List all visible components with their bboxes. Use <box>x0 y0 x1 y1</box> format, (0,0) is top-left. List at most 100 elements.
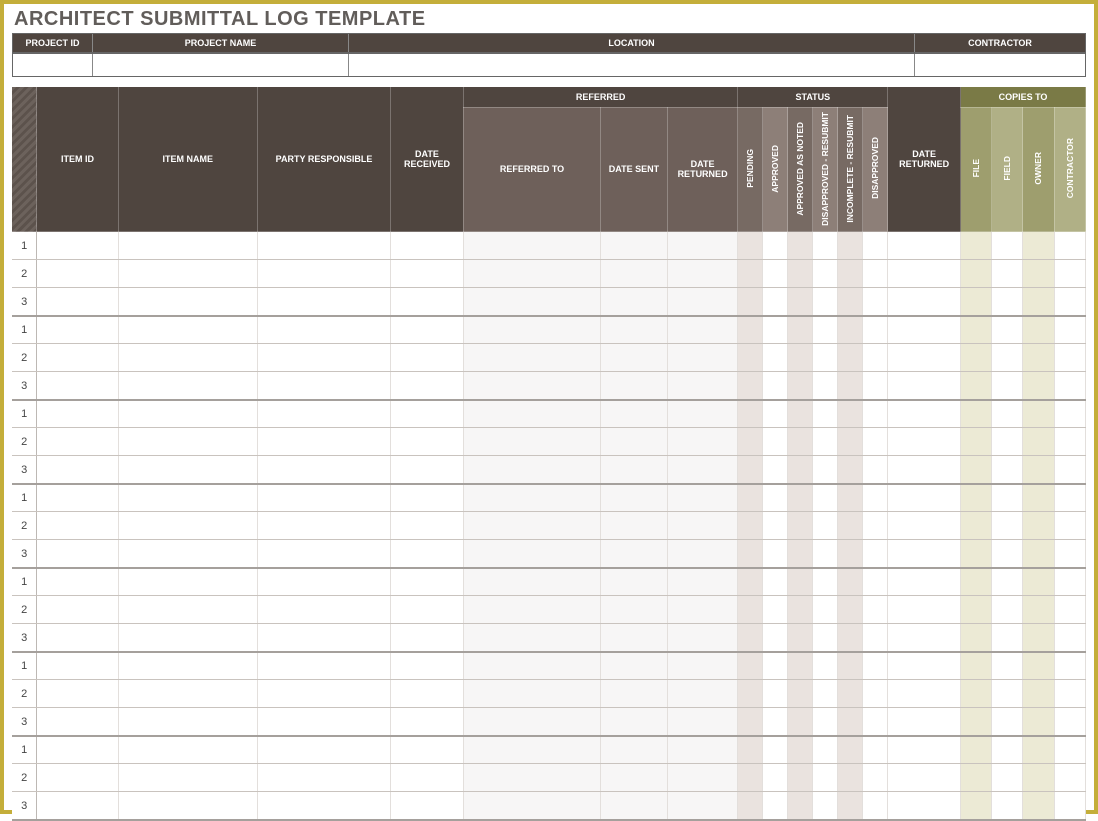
cell-party-responsible[interactable] <box>257 372 390 400</box>
cell-status-incomplete-resubmit[interactable] <box>838 428 863 456</box>
cell-date-returned-ref[interactable] <box>667 232 738 260</box>
cell-status-disapproved-resubmit[interactable] <box>813 624 838 652</box>
cell-status-pending[interactable] <box>738 764 763 792</box>
cell-status-approved[interactable] <box>763 372 788 400</box>
cell-status-approved[interactable] <box>763 764 788 792</box>
cell-date-returned-ref[interactable] <box>667 316 738 344</box>
cell-copies-field[interactable] <box>992 540 1023 568</box>
cell-referred-to[interactable] <box>463 456 600 484</box>
cell-status-disapproved[interactable] <box>863 484 888 512</box>
cell-item-name[interactable] <box>118 344 257 372</box>
cell-status-incomplete-resubmit[interactable] <box>838 736 863 764</box>
cell-copies-contractor[interactable] <box>1054 456 1085 484</box>
cell-copies-field[interactable] <box>992 344 1023 372</box>
cell-date-sent[interactable] <box>601 792 668 820</box>
cell-date-returned-ref[interactable] <box>667 484 738 512</box>
cell-item-name[interactable] <box>118 428 257 456</box>
cell-status-incomplete-resubmit[interactable] <box>838 484 863 512</box>
cell-status-approved[interactable] <box>763 344 788 372</box>
cell-status-pending[interactable] <box>738 456 763 484</box>
cell-status-disapproved[interactable] <box>863 400 888 428</box>
cell-referred-to[interactable] <box>463 680 600 708</box>
cell-status-approved[interactable] <box>763 456 788 484</box>
cell-copies-contractor[interactable] <box>1054 428 1085 456</box>
cell-status-disapproved[interactable] <box>863 680 888 708</box>
cell-copies-file[interactable] <box>961 764 992 792</box>
cell-status-pending[interactable] <box>738 708 763 736</box>
cell-status-pending[interactable] <box>738 484 763 512</box>
cell-date-returned-ref[interactable] <box>667 456 738 484</box>
cell-party-responsible[interactable] <box>257 652 390 680</box>
cell-date-sent[interactable] <box>601 232 668 260</box>
cell-copies-contractor[interactable] <box>1054 484 1085 512</box>
cell-date-sent[interactable] <box>601 428 668 456</box>
cell-status-pending[interactable] <box>738 792 763 820</box>
cell-party-responsible[interactable] <box>257 288 390 316</box>
cell-date-returned-ref[interactable] <box>667 652 738 680</box>
cell-status-approved-noted[interactable] <box>788 232 813 260</box>
cell-date-returned-ref[interactable] <box>667 428 738 456</box>
cell-status-disapproved-resubmit[interactable] <box>813 316 838 344</box>
cell-copies-contractor[interactable] <box>1054 288 1085 316</box>
cell-status-incomplete-resubmit[interactable] <box>838 540 863 568</box>
cell-date-received[interactable] <box>391 428 464 456</box>
cell-item-name[interactable] <box>118 624 257 652</box>
cell-date-returned[interactable] <box>888 456 961 484</box>
cell-date-returned-ref[interactable] <box>667 624 738 652</box>
cell-copies-file[interactable] <box>961 456 992 484</box>
cell-date-received[interactable] <box>391 484 464 512</box>
cell-copies-contractor[interactable] <box>1054 680 1085 708</box>
cell-item-name[interactable] <box>118 512 257 540</box>
cell-status-incomplete-resubmit[interactable] <box>838 624 863 652</box>
cell-date-returned-ref[interactable] <box>667 344 738 372</box>
cell-status-disapproved-resubmit[interactable] <box>813 652 838 680</box>
cell-status-approved-noted[interactable] <box>788 260 813 288</box>
cell-item-id[interactable] <box>37 792 118 820</box>
cell-status-approved-noted[interactable] <box>788 400 813 428</box>
cell-date-received[interactable] <box>391 372 464 400</box>
cell-status-approved[interactable] <box>763 652 788 680</box>
cell-copies-contractor[interactable] <box>1054 260 1085 288</box>
cell-date-returned-ref[interactable] <box>667 540 738 568</box>
cell-date-sent[interactable] <box>601 400 668 428</box>
cell-copies-field[interactable] <box>992 260 1023 288</box>
cell-status-disapproved[interactable] <box>863 568 888 596</box>
cell-copies-file[interactable] <box>961 596 992 624</box>
cell-status-approved-noted[interactable] <box>788 680 813 708</box>
cell-status-incomplete-resubmit[interactable] <box>838 680 863 708</box>
cell-item-id[interactable] <box>37 596 118 624</box>
cell-status-approved-noted[interactable] <box>788 428 813 456</box>
cell-status-disapproved-resubmit[interactable] <box>813 456 838 484</box>
cell-status-incomplete-resubmit[interactable] <box>838 512 863 540</box>
cell-copies-contractor[interactable] <box>1054 568 1085 596</box>
cell-status-approved-noted[interactable] <box>788 288 813 316</box>
cell-item-id[interactable] <box>37 428 118 456</box>
cell-date-returned[interactable] <box>888 764 961 792</box>
cell-copies-field[interactable] <box>992 512 1023 540</box>
cell-item-name[interactable] <box>118 736 257 764</box>
cell-item-id[interactable] <box>37 400 118 428</box>
cell-status-disapproved[interactable] <box>863 652 888 680</box>
cell-status-pending[interactable] <box>738 288 763 316</box>
cell-date-sent[interactable] <box>601 708 668 736</box>
cell-item-name[interactable] <box>118 316 257 344</box>
cell-item-name[interactable] <box>118 764 257 792</box>
cell-status-pending[interactable] <box>738 596 763 624</box>
cell-date-returned-ref[interactable] <box>667 764 738 792</box>
cell-date-returned[interactable] <box>888 540 961 568</box>
cell-copies-contractor[interactable] <box>1054 764 1085 792</box>
cell-status-disapproved[interactable] <box>863 512 888 540</box>
cell-status-incomplete-resubmit[interactable] <box>838 568 863 596</box>
cell-status-disapproved-resubmit[interactable] <box>813 708 838 736</box>
cell-status-disapproved-resubmit[interactable] <box>813 232 838 260</box>
cell-referred-to[interactable] <box>463 708 600 736</box>
cell-copies-contractor[interactable] <box>1054 400 1085 428</box>
cell-copies-owner[interactable] <box>1023 596 1054 624</box>
cell-referred-to[interactable] <box>463 344 600 372</box>
cell-date-returned-ref[interactable] <box>667 260 738 288</box>
cell-date-returned-ref[interactable] <box>667 568 738 596</box>
cell-copies-field[interactable] <box>992 652 1023 680</box>
cell-date-sent[interactable] <box>601 512 668 540</box>
cell-referred-to[interactable] <box>463 316 600 344</box>
cell-copies-field[interactable] <box>992 736 1023 764</box>
